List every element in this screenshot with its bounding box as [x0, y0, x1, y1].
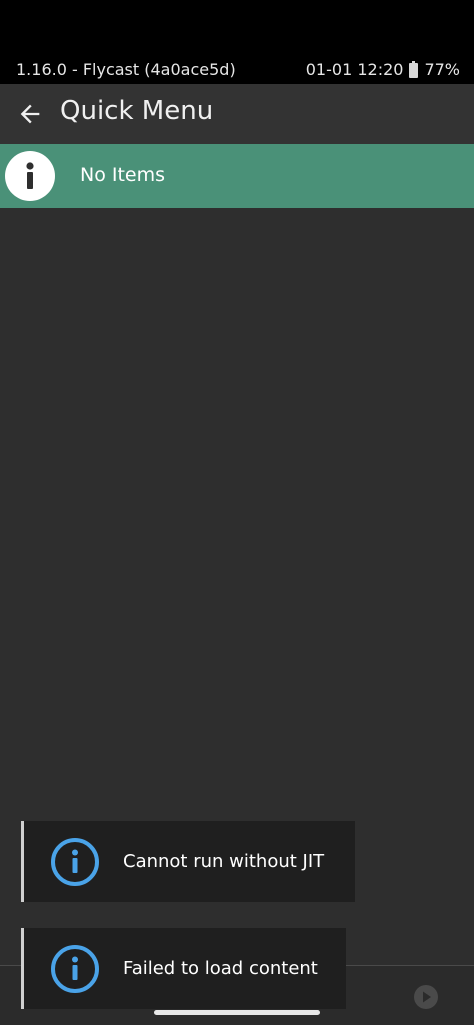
battery-icon	[409, 61, 419, 78]
status-bar: 1.16.0 - Flycast (4a0ace5d) 01-01 12:20 …	[0, 56, 474, 84]
toast-notification: Cannot run without JIT	[21, 821, 355, 902]
home-indicator[interactable]	[154, 1010, 320, 1015]
empty-menu-label: No Items	[80, 164, 166, 186]
page-title: Quick Menu	[60, 96, 214, 126]
screen: 1.16.0 - Flycast (4a0ace5d) 01-01 12:20 …	[0, 0, 474, 1025]
info-icon	[51, 945, 99, 993]
toast-notification: Failed to load content	[21, 928, 346, 1009]
info-icon	[5, 151, 55, 201]
status-right-group: 01-01 12:20 77%	[306, 60, 460, 79]
play-icon[interactable]	[413, 984, 439, 1010]
battery-percent-text: 77%	[424, 60, 460, 79]
toast-message: Cannot run without JIT	[123, 851, 325, 872]
info-icon	[51, 838, 99, 886]
datetime-text: 01-01 12:20	[305, 60, 404, 79]
app-version-text: 1.16.0 - Flycast (4a0ace5d)	[16, 60, 236, 79]
header-bar: Quick Menu	[0, 84, 474, 144]
arrow-left-icon[interactable]	[16, 100, 44, 128]
empty-menu-item[interactable]: No Items	[0, 144, 474, 208]
toast-message: Failed to load content	[123, 958, 318, 979]
camera-cutout-area	[0, 0, 474, 56]
